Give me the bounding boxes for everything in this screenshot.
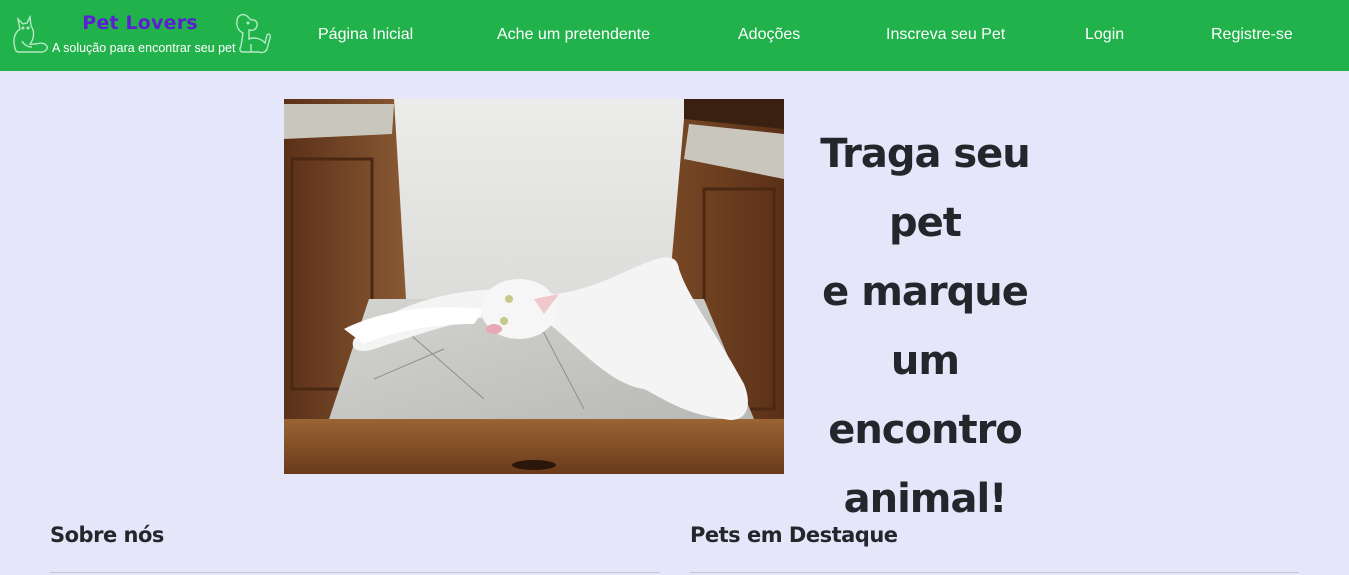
nav-signup[interactable]: Registre-se — [1211, 26, 1293, 44]
brand-logo[interactable]: Pet Lovers A solução para encontrar seu … — [6, 8, 274, 58]
brand-subtitle: A solução para encontrar seu pet — [52, 41, 236, 55]
hero-line-1: Traga seu pet — [820, 131, 1031, 246]
nav-find-match[interactable]: Ache um pretendente — [497, 26, 650, 44]
nav-home[interactable]: Página Inicial — [318, 26, 413, 44]
featured-divider — [690, 572, 1299, 573]
hero-headline: Traga seu pet e marque um encontro anima… — [800, 120, 1050, 534]
nav-login[interactable]: Login — [1085, 26, 1124, 44]
navbar: Pet Lovers A solução para encontrar seu … — [0, 0, 1349, 71]
nav-register-pet[interactable]: Inscreva seu Pet — [886, 26, 1005, 44]
about-section-title: Sobre nós — [50, 523, 164, 547]
dog-outline-icon — [236, 13, 271, 54]
about-divider — [50, 572, 660, 573]
featured-section-title: Pets em Destaque — [690, 523, 898, 547]
nav-adoptions[interactable]: Adoções — [738, 26, 800, 44]
hero-line-3: encontro — [828, 407, 1023, 453]
hero-cat-photo — [284, 99, 784, 474]
hero-line-2: e marque um — [822, 269, 1029, 384]
